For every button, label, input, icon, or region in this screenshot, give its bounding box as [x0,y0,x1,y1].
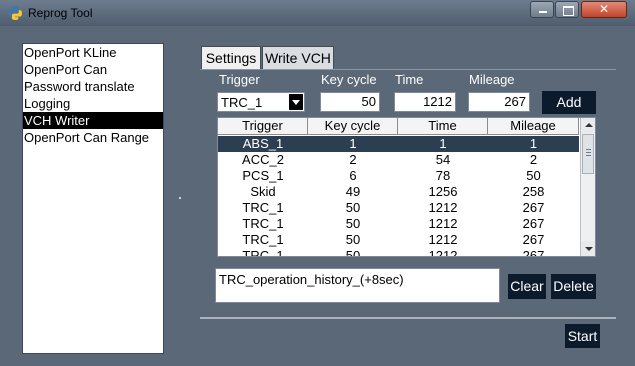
trigger-table[interactable]: Trigger Key cycle Time Mileage ABS_1 1 1… [217,117,596,257]
close-icon: ✕ [598,2,610,16]
delete-button[interactable]: Delete [551,274,596,299]
maximize-button[interactable] [555,1,579,18]
cell-time: 1212 [428,248,458,257]
key-cycle-input[interactable]: 50 [320,92,380,112]
title-bar[interactable]: Reprog Tool ✕ [0,0,635,26]
column-header-time[interactable]: Time [398,118,488,135]
cell-key-cycle: 6 [349,168,357,183]
cell-mileage: 267 [522,200,545,215]
cell-time: 1256 [428,184,458,199]
scroll-down-arrow-icon[interactable] [581,241,595,256]
cell-mileage: 258 [522,184,545,199]
column-header-key-cycle[interactable]: Key cycle [308,118,398,135]
cell-mileage: 267 [522,248,545,257]
table-row[interactable]: ABS_1 1 1 1 [218,136,579,152]
chevron-down-icon[interactable] [289,94,303,110]
tab-panel-border [200,69,616,70]
trigger-label: Trigger [219,72,260,87]
cell-mileage: 2 [529,152,538,167]
python-app-icon [8,6,22,20]
table-row[interactable]: ACC_2 2 54 2 [218,152,579,168]
cell-key-cycle: 49 [345,184,361,199]
table-row[interactable]: TRC_1 50 1212 267 [218,216,579,232]
clear-button[interactable]: Clear [508,274,546,299]
scroll-thumb[interactable] [582,134,594,174]
table-row[interactable]: PCS_1 6 78 50 [218,168,579,184]
cell-key-cycle: 50 [345,232,361,247]
mileage-input[interactable]: 267 [468,92,530,112]
cell-time: 78 [435,168,451,183]
close-button[interactable]: ✕ [581,1,627,18]
list-item-logging[interactable]: Logging [23,95,163,112]
function-list[interactable]: OpenPort KLine OpenPort Can Password tra… [22,43,164,354]
start-button[interactable]: Start [565,324,600,348]
cell-time: 1212 [428,200,458,215]
history-text-field[interactable]: TRC_operation_history_(+8sec) [215,268,500,303]
cell-trigger: ACC_2 [242,152,284,167]
cell-trigger: Skid [250,184,276,199]
column-header-mileage[interactable]: Mileage [488,118,579,135]
list-item-password-translate[interactable]: Password translate [23,78,163,95]
column-header-trigger[interactable]: Trigger [218,118,308,135]
trigger-select-value: TRC_1 [221,95,263,110]
cell-trigger: PCS_1 [242,168,284,183]
cell-time: 1212 [428,232,458,247]
cell-key-cycle: 50 [345,248,361,257]
time-label: Time [395,72,424,87]
cell-key-cycle: 1 [349,136,357,151]
cell-trigger: TRC_1 [242,216,284,231]
cell-trigger: TRC_1 [242,200,284,215]
minimize-button[interactable] [530,1,554,18]
splitter-dot [179,197,181,199]
cell-mileage: 50 [526,168,541,183]
cell-trigger: TRC_1 [242,248,284,257]
table-header: Trigger Key cycle Time Mileage [218,118,579,135]
scroll-up-arrow-icon[interactable] [581,118,595,133]
table-row[interactable]: TRC_1 50 1212 267 [218,200,579,216]
table-row[interactable]: TRC_1 50 1212 267 [218,248,579,257]
trigger-select[interactable]: TRC_1 [217,92,305,112]
cell-key-cycle: 50 [345,200,361,215]
list-item-openport-can-range[interactable]: OpenPort Can Range [23,129,163,146]
mileage-label: Mileage [469,72,515,87]
table-row[interactable]: Skid 49 1256 258 [218,184,579,200]
list-item-vch-writer[interactable]: VCH Writer [23,112,163,129]
cell-time: 54 [435,152,451,167]
list-item-openport-kline[interactable]: OpenPort KLine [23,44,163,61]
cell-key-cycle: 2 [349,152,357,167]
window-title: Reprog Tool [28,6,93,20]
tab-write-vch[interactable]: Write VCH [262,46,334,69]
maximize-icon [563,6,574,16]
cell-time: 1 [439,136,447,151]
cell-mileage: 267 [522,216,545,231]
key-cycle-label: Key cycle [321,72,377,87]
minimize-icon [539,11,547,13]
table-scrollbar[interactable] [580,118,595,256]
tab-settings[interactable]: Settings [201,46,261,69]
cell-key-cycle: 50 [345,216,361,231]
cell-trigger: TRC_1 [242,232,284,247]
cell-time: 1212 [428,216,458,231]
list-item-openport-can[interactable]: OpenPort Can [23,61,163,78]
cell-trigger: ABS_1 [242,136,284,151]
time-input[interactable]: 1212 [394,92,456,112]
cell-mileage: 1 [529,136,538,151]
separator [200,317,616,319]
table-row[interactable]: TRC_1 50 1212 267 [218,232,579,248]
reprog-tool-window: Reprog Tool ✕ OpenPort KLine OpenPort Ca… [0,0,635,366]
add-button[interactable]: Add [542,91,596,114]
cell-mileage: 267 [522,232,545,247]
